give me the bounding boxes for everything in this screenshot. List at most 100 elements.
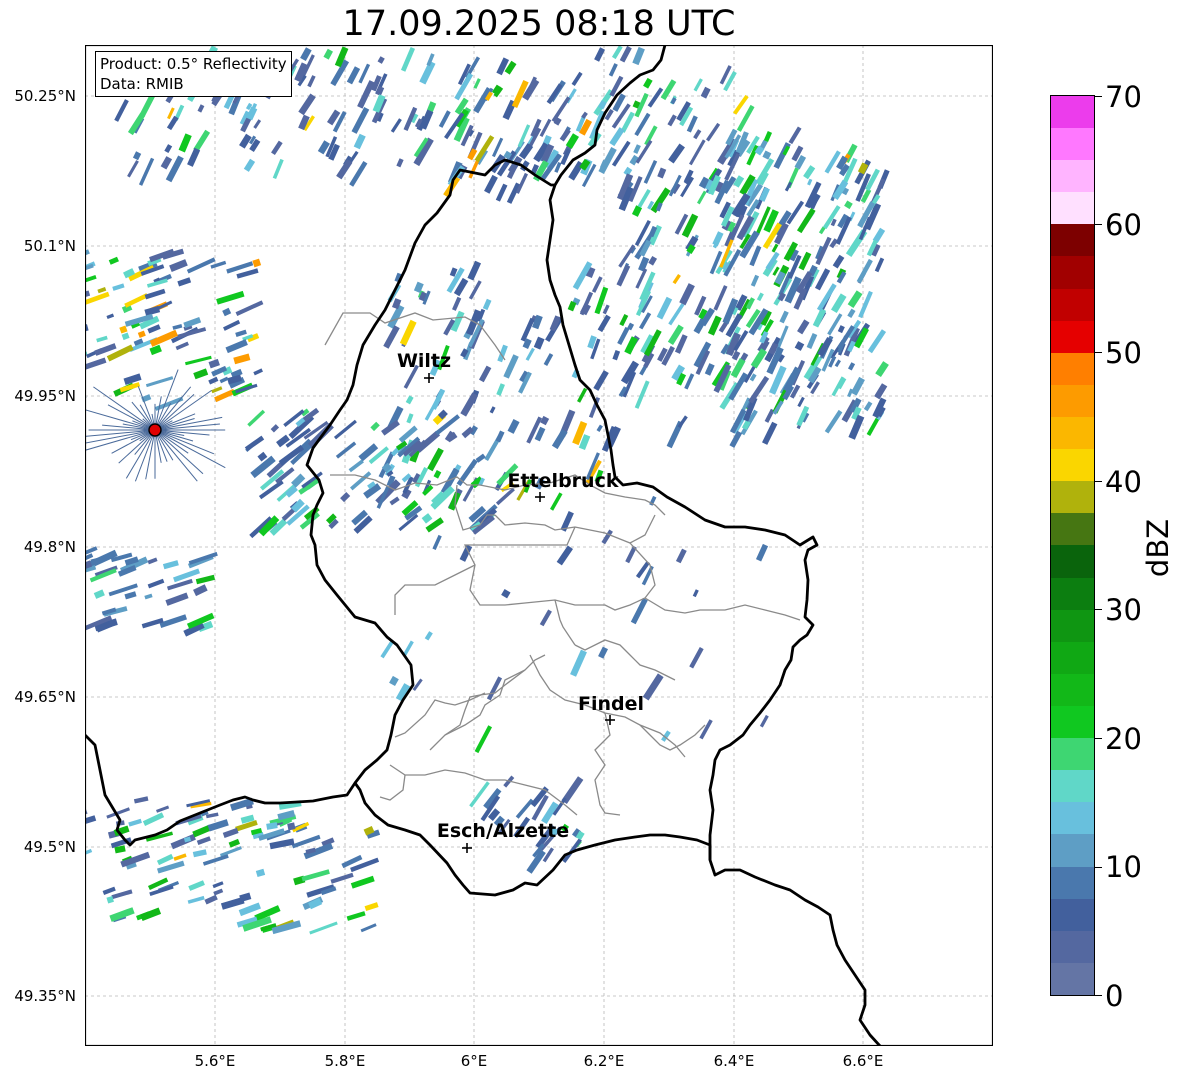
echo-cell bbox=[847, 308, 856, 319]
echo-cell bbox=[633, 144, 641, 154]
echo-cell bbox=[193, 584, 208, 597]
echo-cell bbox=[591, 276, 603, 293]
echo-cell bbox=[216, 290, 245, 305]
echo-cell bbox=[692, 589, 699, 598]
echo-cell bbox=[689, 139, 706, 166]
echo-cell bbox=[132, 151, 142, 161]
echo-cell bbox=[812, 308, 827, 328]
echo-cell bbox=[380, 640, 394, 659]
echo-cell bbox=[137, 330, 146, 338]
lat-label: 49.35°N bbox=[14, 987, 76, 1005]
echo-cell bbox=[540, 415, 550, 426]
echo-cell bbox=[348, 459, 364, 473]
echo-cell bbox=[675, 548, 687, 564]
echo-cell bbox=[686, 115, 698, 133]
echo-cell bbox=[713, 285, 728, 311]
echo-cell bbox=[489, 406, 496, 414]
echo-cell bbox=[824, 150, 841, 174]
echo-cell bbox=[96, 335, 108, 343]
echo-cell bbox=[667, 114, 677, 127]
echo-cell bbox=[144, 288, 166, 300]
colorbar-label: 10 bbox=[1105, 850, 1142, 884]
echo-cell bbox=[166, 578, 193, 591]
echo-cell bbox=[656, 296, 673, 320]
echo-cell bbox=[236, 268, 259, 279]
echo-cell bbox=[106, 313, 115, 320]
echo-cell bbox=[495, 183, 508, 202]
echo-cell bbox=[270, 424, 280, 433]
echo-cell bbox=[405, 395, 414, 405]
colorbar-segment bbox=[1051, 128, 1094, 161]
echo-cell bbox=[452, 296, 462, 311]
echo-cell bbox=[140, 907, 162, 921]
echo-cell bbox=[165, 592, 189, 606]
echo-cell bbox=[546, 83, 563, 105]
echo-cell bbox=[837, 325, 845, 334]
echo-cell bbox=[733, 175, 745, 188]
echo-cell bbox=[712, 231, 724, 247]
echo-cell bbox=[141, 617, 164, 629]
echo-cell bbox=[525, 347, 535, 361]
echo-cell bbox=[119, 382, 141, 393]
echo-cell bbox=[539, 118, 552, 138]
echo-cell bbox=[875, 361, 889, 378]
radar-site-marker bbox=[148, 423, 162, 437]
colorbar-label: 0 bbox=[1105, 979, 1124, 1013]
echo-cell bbox=[202, 854, 229, 866]
echo-cell bbox=[159, 614, 187, 628]
echo-cell bbox=[750, 274, 760, 287]
echo-cell bbox=[197, 104, 205, 113]
echo-cell bbox=[222, 307, 232, 317]
echo-cell bbox=[473, 78, 481, 89]
echo-cell bbox=[207, 819, 229, 832]
echo-cell bbox=[850, 376, 865, 396]
echo-cell bbox=[638, 256, 650, 272]
echo-cell bbox=[307, 75, 316, 88]
echo-cell bbox=[788, 126, 802, 145]
echo-cell bbox=[763, 130, 773, 143]
echo-cell bbox=[247, 409, 266, 427]
echo-cell bbox=[856, 258, 873, 284]
echo-cell bbox=[162, 560, 179, 570]
colorbar-segment bbox=[1051, 449, 1094, 482]
echo-cell bbox=[211, 386, 223, 394]
echo-cell bbox=[350, 875, 375, 889]
echo-cell bbox=[239, 892, 252, 903]
echo-cell bbox=[619, 314, 629, 327]
echo-cell bbox=[668, 303, 685, 326]
echo-cell bbox=[193, 368, 209, 380]
echo-cell bbox=[594, 47, 606, 62]
echo-cell bbox=[406, 413, 414, 424]
lat-label: 50.1°N bbox=[23, 237, 76, 255]
colorbar-segment bbox=[1051, 320, 1094, 353]
echo-cell bbox=[609, 127, 625, 147]
echo-cell bbox=[109, 907, 135, 922]
echo-cell bbox=[779, 310, 789, 324]
colorbar-tick bbox=[1095, 609, 1102, 610]
colorbar-segment bbox=[1051, 545, 1094, 578]
city-label-ettelbruck: Ettelbruck bbox=[507, 470, 619, 492]
echo-cell bbox=[503, 354, 519, 379]
echo-cell bbox=[759, 714, 769, 728]
colorbar-segment bbox=[1051, 481, 1094, 514]
echo-cell bbox=[657, 167, 667, 179]
colorbar-segment bbox=[1051, 609, 1094, 642]
echo-cell bbox=[124, 591, 137, 600]
echo-cell bbox=[349, 161, 368, 187]
echo-cell bbox=[867, 329, 887, 354]
echo-cell bbox=[185, 355, 212, 366]
echo-cell bbox=[550, 492, 563, 511]
echo-cell bbox=[222, 827, 239, 838]
echo-cell bbox=[156, 853, 174, 866]
colorbar-segment bbox=[1051, 417, 1094, 450]
echo-cell bbox=[593, 370, 609, 391]
echo-cell bbox=[598, 147, 617, 175]
echo-cell bbox=[139, 94, 155, 117]
radar-map bbox=[85, 45, 993, 1046]
echo-cell bbox=[257, 451, 268, 462]
echo-cell bbox=[700, 86, 711, 99]
echo-cell bbox=[112, 283, 125, 291]
echo-cell bbox=[433, 470, 442, 479]
colorbar-segment bbox=[1051, 192, 1094, 225]
echo-cell bbox=[672, 274, 681, 285]
